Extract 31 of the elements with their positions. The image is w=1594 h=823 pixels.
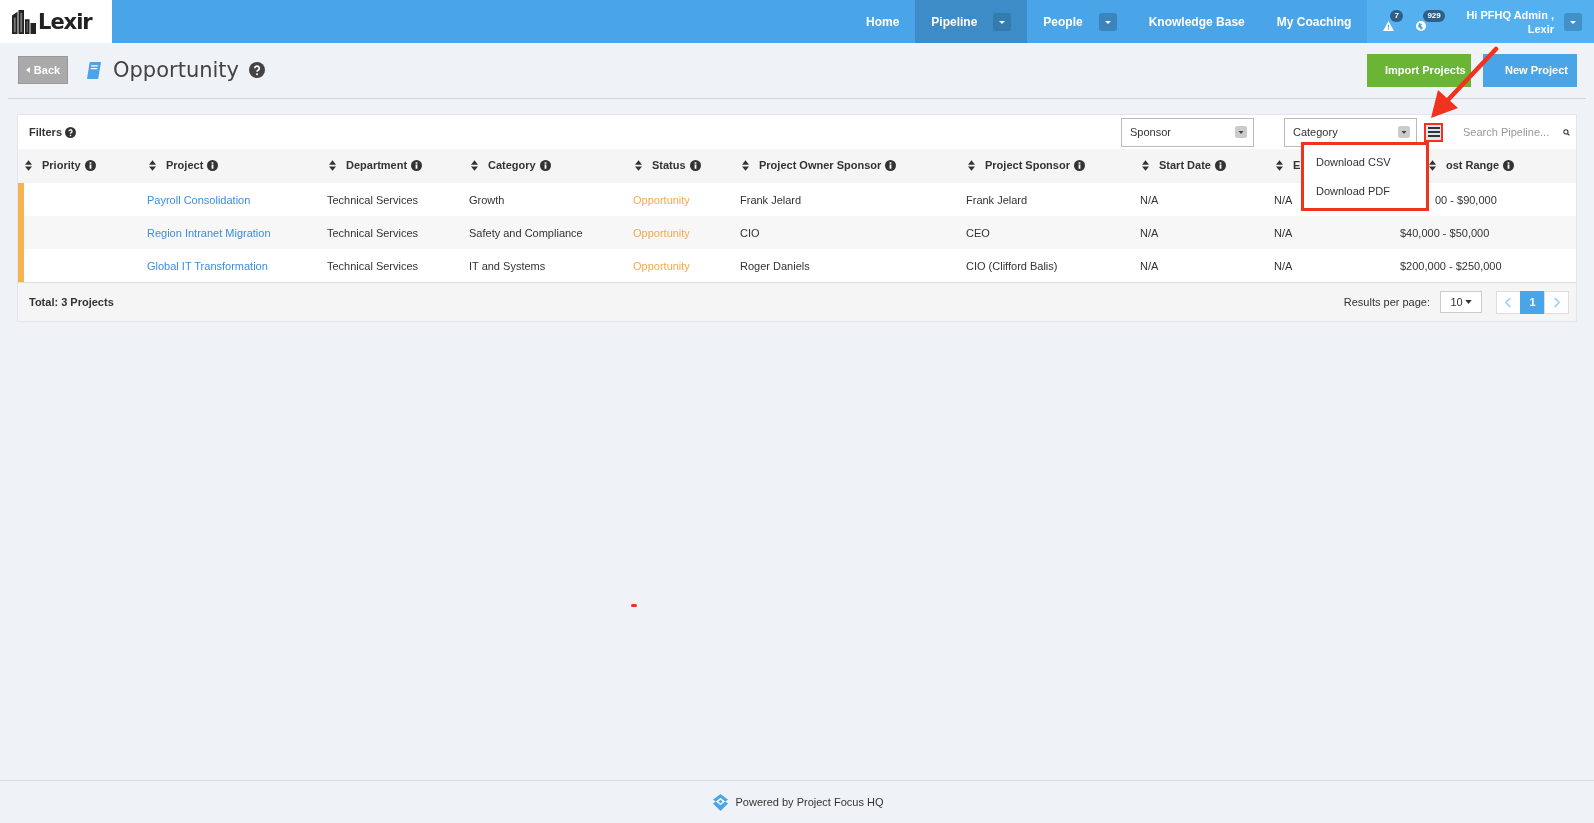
table-cell: N/A <box>1274 193 1293 206</box>
table-cell: CEO <box>966 226 990 239</box>
powered-by-text: Powered by Project Focus HQ <box>735 796 884 808</box>
table-cell: Frank Jelard <box>740 193 802 206</box>
table-cell: $200,000 - $250,000 <box>1400 259 1502 272</box>
table-cell: Frank Jelard <box>966 193 1028 206</box>
table-cell: 00 - $90,000 <box>1435 193 1497 206</box>
table-cell: IT and Systems <box>469 259 546 272</box>
table-cell: Opportunity <box>633 259 690 272</box>
results-per-page-label: Results per page: <box>1343 296 1430 308</box>
table-cell: Safety and Compliance <box>469 226 583 239</box>
count-badge: 7 <box>1390 9 1403 22</box>
table-cell: N/A <box>1140 226 1159 239</box>
table-cell: N/A <box>1140 193 1159 206</box>
table-cell: Technical Services <box>327 226 419 239</box>
table-cell: N/A <box>1274 226 1293 239</box>
page-title: Opportunity <box>113 58 240 82</box>
table-cell: Growth <box>469 193 505 206</box>
table-cell: N/A <box>1140 259 1159 272</box>
table-cell: Opportunity <box>633 193 690 206</box>
table-cell: Roger Daniels <box>740 259 810 272</box>
count-badge: 929 <box>1423 9 1445 22</box>
table-cell: Technical Services <box>327 193 419 206</box>
total-count: Total: 3 Projects <box>29 296 114 308</box>
table-cell: N/A <box>1274 259 1293 272</box>
table-cell: Opportunity <box>633 226 690 239</box>
table-cell: CIO <box>740 226 760 239</box>
table-cell: CIO (Clifford Balis) <box>966 259 1058 272</box>
table-cell: Technical Services <box>327 259 419 272</box>
filters-label: Filters <box>29 126 62 138</box>
table-cell: $40,000 - $50,000 <box>1400 226 1490 239</box>
